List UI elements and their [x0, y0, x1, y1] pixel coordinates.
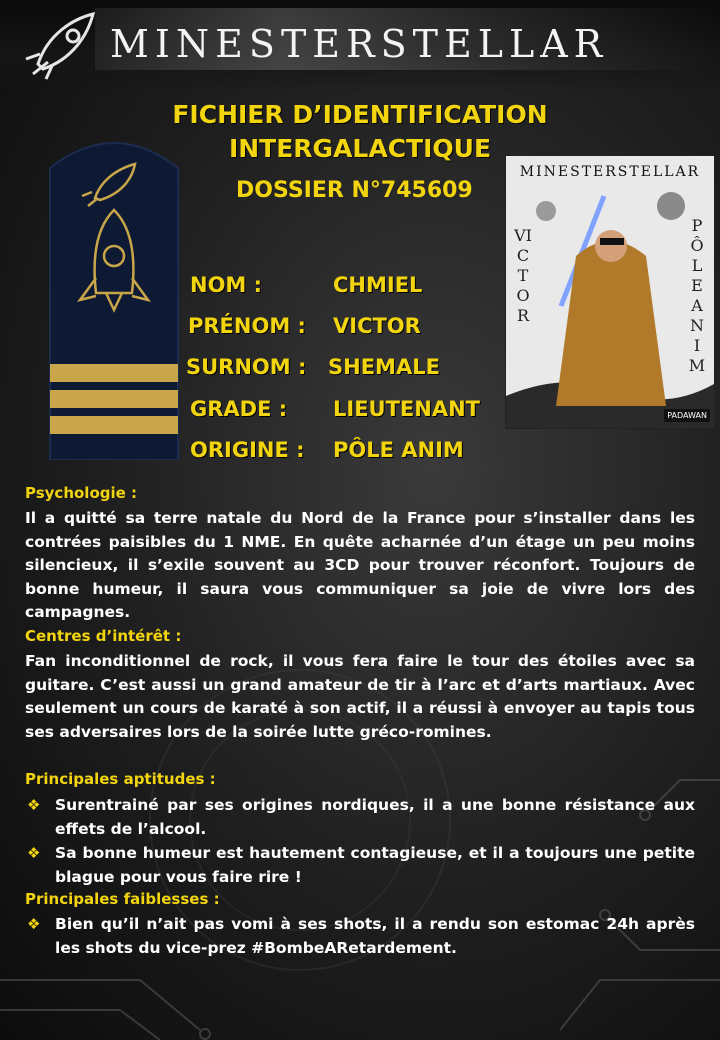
list-item-text: Sa bonne humeur est hautement contagieus…: [55, 844, 695, 886]
field-label-grade: GRADE :: [190, 397, 288, 421]
section-title-faiblesses: Principales faiblesses :: [25, 890, 220, 908]
field-label-prenom: PRÉNOM :: [188, 314, 306, 338]
portrait-left-text: VICTOR: [514, 226, 532, 325]
section-title-psychologie: Psychologie :: [25, 484, 138, 502]
dossier-number: DOSSIER N°745609: [236, 178, 473, 203]
section-title-interets: Centres d’intérêt :: [25, 627, 182, 645]
field-value-nom: CHMIEL: [333, 273, 423, 297]
diamond-bullet-icon: ❖: [27, 796, 41, 814]
portrait-card: MINESTERSTELLAR VICTOR PÔLE ANIM PADAWAN: [505, 155, 715, 429]
portrait-badge: PADAWAN: [664, 409, 710, 422]
portrait-right-text: PÔLE ANIM: [688, 216, 706, 375]
portrait-image: [506, 192, 714, 428]
field-label-origine: ORIGINE :: [190, 438, 305, 462]
field-value-surnom: SHEMALE: [328, 355, 440, 379]
rocket-logo-icon: [25, 11, 96, 80]
brand-title: MINESTERSTELLAR: [110, 22, 609, 66]
document-title-line1: FICHIER D’IDENTIFICATION: [172, 100, 548, 129]
field-value-origine: PÔLE ANIM: [333, 438, 464, 462]
section-text-interets: Fan inconditionnel de rock, il vous fera…: [25, 652, 695, 741]
section-title-aptitudes: Principales aptitudes :: [25, 770, 216, 788]
list-item-text: Bien qu’il n’ait pas vomi à ses shots, i…: [55, 915, 695, 957]
field-value-prenom: VICTOR: [333, 314, 421, 338]
field-label-surnom: SURNOM :: [186, 355, 307, 379]
diamond-bullet-icon: ❖: [27, 915, 41, 933]
field-value-grade: LIEUTENANT: [333, 397, 480, 421]
diamond-bullet-icon: ❖: [27, 844, 41, 862]
epaulette: [49, 142, 179, 460]
list-item-text: Surentrainé par ses origines nordiques, …: [55, 796, 695, 838]
section-text-psychologie: Il a quitté sa terre natale du Nord de l…: [25, 509, 695, 621]
field-label-nom: NOM :: [190, 273, 263, 297]
